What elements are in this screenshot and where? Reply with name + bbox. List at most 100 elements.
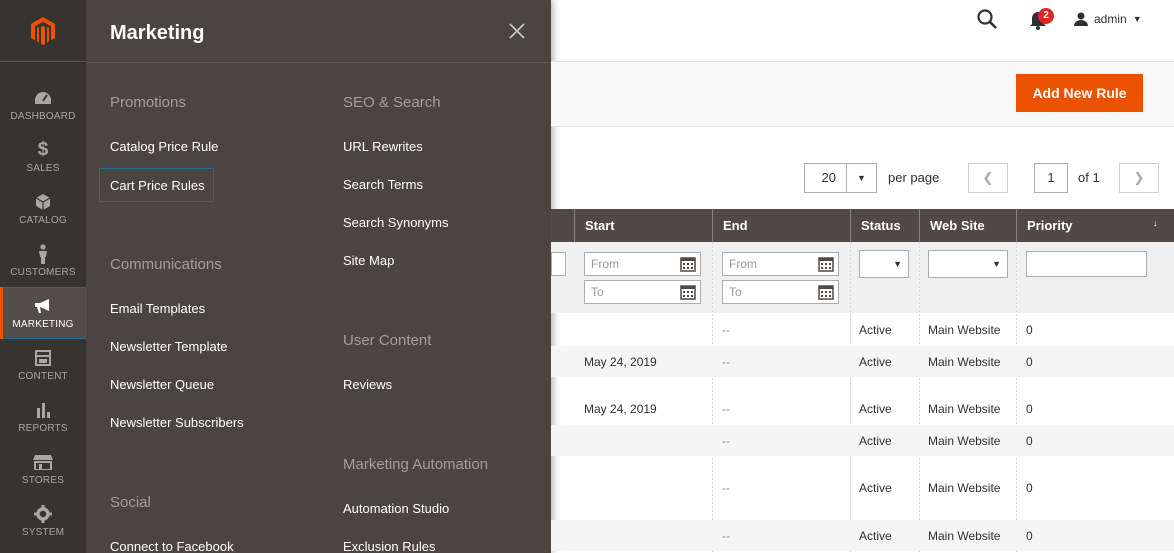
column-header-priority[interactable]: Priority bbox=[1016, 209, 1174, 242]
cell-start: May 24, 2019 bbox=[584, 402, 657, 416]
link-newsletter-template[interactable]: Newsletter Template bbox=[100, 330, 238, 364]
end-from-filter[interactable]: From bbox=[722, 252, 839, 276]
start-from-placeholder: From bbox=[591, 257, 619, 271]
end-from-placeholder: From bbox=[729, 257, 757, 271]
magento-logo-icon[interactable] bbox=[0, 0, 86, 62]
per-page-dropdown-button[interactable]: ▼ bbox=[847, 163, 877, 193]
link-newsletter-subscribers[interactable]: Newsletter Subscribers bbox=[100, 406, 254, 440]
column-header-status[interactable]: Status bbox=[850, 209, 919, 242]
cell-website: Main Website bbox=[928, 402, 1001, 416]
cell-website: Main Website bbox=[928, 529, 1001, 543]
priority-filter-input[interactable] bbox=[1026, 251, 1147, 277]
cell-end: -- bbox=[722, 529, 730, 543]
cell-website: Main Website bbox=[928, 481, 1001, 495]
dollar-icon: $ bbox=[37, 139, 49, 160]
per-page-label: per page bbox=[888, 170, 940, 185]
calendar-icon[interactable] bbox=[818, 256, 834, 272]
column-header-end[interactable]: End bbox=[712, 209, 850, 242]
link-site-map[interactable]: Site Map bbox=[333, 244, 404, 278]
calendar-icon[interactable] bbox=[680, 256, 696, 272]
end-to-placeholder: To bbox=[729, 285, 742, 299]
nav-item-catalog[interactable]: CATALOG bbox=[0, 183, 86, 235]
link-newsletter-queue[interactable]: Newsletter Queue bbox=[100, 368, 224, 402]
cell-priority: 0 bbox=[1026, 402, 1033, 416]
link-exclusion-rules[interactable]: Exclusion Rules bbox=[333, 530, 446, 553]
nav-item-sales[interactable]: $ SALES bbox=[0, 131, 86, 183]
start-to-placeholder: To bbox=[591, 285, 604, 299]
link-search-synonyms[interactable]: Search Synonyms bbox=[333, 206, 459, 240]
nav-label: DASHBOARD bbox=[10, 111, 76, 122]
start-to-filter[interactable]: To bbox=[584, 280, 701, 304]
search-icon[interactable] bbox=[976, 8, 998, 30]
cell-status: Active bbox=[859, 434, 892, 448]
admin-user-menu[interactable]: admin ▼ bbox=[1074, 8, 1142, 30]
caret-down-icon: ▼ bbox=[857, 173, 866, 183]
column-header-start[interactable]: Start bbox=[574, 209, 712, 242]
cell-priority: 0 bbox=[1026, 323, 1033, 337]
nav-label: MARKETING bbox=[12, 319, 74, 330]
status-filter-select[interactable]: ▼ bbox=[859, 250, 909, 278]
end-to-filter[interactable]: To bbox=[722, 280, 839, 304]
close-icon[interactable] bbox=[506, 20, 528, 42]
previous-page-button[interactable]: ❮ bbox=[968, 163, 1008, 193]
nav-item-system[interactable]: SYSTEM bbox=[0, 495, 86, 547]
section-heading-social: Social bbox=[110, 494, 151, 511]
marketing-flyout-menu: Marketing Promotions Catalog Price Rule … bbox=[86, 0, 551, 553]
notifications-button[interactable]: 2 bbox=[1027, 8, 1055, 30]
calendar-icon[interactable] bbox=[680, 284, 696, 300]
website-filter-select[interactable]: ▼ bbox=[928, 250, 1008, 278]
nav-item-content[interactable]: CONTENT bbox=[0, 339, 86, 391]
cell-priority: 0 bbox=[1026, 434, 1033, 448]
link-search-terms[interactable]: Search Terms bbox=[333, 168, 433, 202]
nav-item-stores[interactable]: STORES bbox=[0, 443, 86, 495]
admin-username: admin bbox=[1094, 12, 1127, 26]
link-url-rewrites[interactable]: URL Rewrites bbox=[333, 130, 433, 164]
link-catalog-price-rule[interactable]: Catalog Price Rule bbox=[100, 130, 228, 164]
per-page-value[interactable]: 20 bbox=[804, 163, 847, 193]
cell-website: Main Website bbox=[928, 434, 1001, 448]
nav-item-marketing[interactable]: MARKETING bbox=[0, 287, 86, 339]
start-from-filter[interactable]: From bbox=[584, 252, 701, 276]
dashboard-icon bbox=[33, 88, 53, 108]
link-automation-studio[interactable]: Automation Studio bbox=[333, 492, 459, 526]
cell-website: Main Website bbox=[928, 323, 1001, 337]
link-connect-to-facebook[interactable]: Connect to Facebook bbox=[100, 530, 244, 553]
chevron-left-icon: ❮ bbox=[982, 170, 994, 185]
add-new-rule-button[interactable]: Add New Rule bbox=[1016, 74, 1143, 112]
nav-label: REPORTS bbox=[18, 423, 68, 434]
sort-arrow-icon: ↓ bbox=[1153, 218, 1158, 228]
cell-status: Active bbox=[859, 355, 892, 369]
nav-label: CATALOG bbox=[19, 215, 67, 226]
section-heading-communications: Communications bbox=[110, 256, 222, 273]
nav-label: STORES bbox=[21, 475, 65, 486]
nav-item-customers[interactable]: CUSTOMERS bbox=[0, 235, 86, 287]
caret-down-icon: ▼ bbox=[893, 259, 902, 269]
cell-end: -- bbox=[722, 402, 730, 416]
nav-label: CONTENT bbox=[18, 371, 68, 382]
column-header-website[interactable]: Web Site bbox=[919, 209, 1016, 242]
nav-item-dashboard[interactable]: DASHBOARD bbox=[0, 79, 86, 131]
cell-end: -- bbox=[722, 323, 730, 337]
cell-end: -- bbox=[722, 434, 730, 448]
name-filter-input[interactable] bbox=[551, 252, 566, 276]
link-reviews[interactable]: Reviews bbox=[333, 368, 402, 402]
calendar-icon[interactable] bbox=[818, 284, 834, 300]
nav-label: SALES bbox=[26, 163, 60, 174]
cell-status: Active bbox=[859, 402, 892, 416]
bar-chart-icon bbox=[33, 400, 53, 420]
current-page-input[interactable]: 1 bbox=[1034, 163, 1068, 193]
nav-item-reports[interactable]: REPORTS bbox=[0, 391, 86, 443]
next-page-button[interactable]: ❯ bbox=[1119, 163, 1159, 193]
cell-end: -- bbox=[722, 481, 730, 495]
link-cart-price-rules[interactable]: Cart Price Rules bbox=[99, 168, 214, 202]
cell-priority: 0 bbox=[1026, 529, 1033, 543]
box-icon bbox=[33, 192, 53, 212]
user-icon bbox=[1074, 12, 1088, 26]
flyout-divider bbox=[86, 62, 551, 63]
cell-status: Active bbox=[859, 481, 892, 495]
store-icon bbox=[33, 452, 53, 472]
cell-website: Main Website bbox=[928, 355, 1001, 369]
section-heading-marketing-automation: Marketing Automation bbox=[343, 456, 489, 473]
caret-down-icon: ▼ bbox=[992, 259, 1001, 269]
link-email-templates[interactable]: Email Templates bbox=[100, 292, 215, 326]
